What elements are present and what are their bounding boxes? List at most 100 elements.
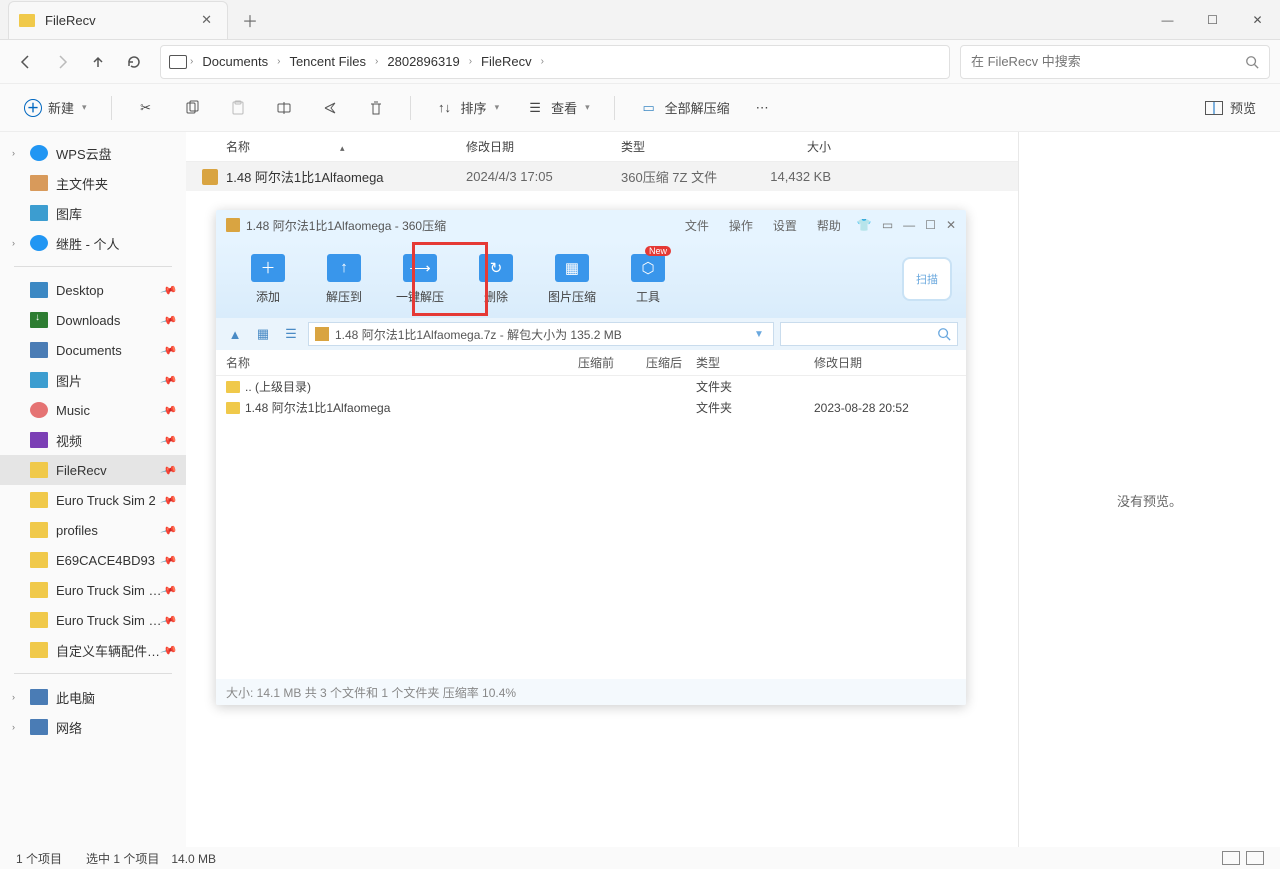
column-header[interactable]: 名称▴ 修改日期 类型 大小 — [186, 132, 1018, 162]
maximize-button[interactable]: ☐ — [925, 218, 936, 232]
zcol-before[interactable]: 压缩前 — [578, 354, 646, 371]
crumb[interactable]: Documents — [196, 54, 274, 69]
tool-icon: ↑ — [327, 254, 361, 282]
skin-icon[interactable]: 👕 — [857, 218, 872, 232]
icons-view-button[interactable]: ▦ — [252, 323, 274, 345]
compress-tool-添加[interactable]: ＋添加 — [230, 254, 306, 305]
up-button[interactable]: ▲ — [224, 323, 246, 345]
new-button[interactable]: ＋ 新建 ▾ — [16, 92, 95, 123]
sidebar-item[interactable]: FileRecv📌 — [0, 455, 186, 485]
forward-button[interactable] — [46, 46, 78, 78]
sidebar-item[interactable]: E69CACE4BD93📌 — [0, 545, 186, 575]
col-date[interactable]: 修改日期 — [466, 138, 621, 155]
compress-tool-图片压缩[interactable]: ▦图片压缩 — [534, 254, 610, 305]
sidebar-item[interactable]: ›继胜 - 个人 — [0, 228, 186, 258]
compress-status: 大小: 14.1 MB 共 3 个文件和 1 个文件夹 压缩率 10.4% — [216, 679, 966, 705]
chevron-down-icon[interactable]: ▼ — [751, 329, 767, 340]
col-type[interactable]: 类型 — [621, 138, 751, 155]
maximize-button[interactable]: ☐ — [1190, 13, 1235, 27]
paste-button[interactable] — [220, 92, 256, 124]
search-input[interactable] — [971, 54, 1245, 69]
compress-search[interactable] — [780, 322, 958, 346]
sidebar-item[interactable]: 图库 — [0, 198, 186, 228]
chevron-down-icon: ▾ — [495, 102, 500, 113]
scan-button[interactable]: 扫描 — [902, 257, 952, 301]
feedback-icon[interactable]: ▭ — [882, 218, 893, 232]
compress-titlebar[interactable]: 1.48 阿尔法1比1Alfaomega - 360压缩 文件 操作 设置 帮助… — [216, 210, 966, 240]
menu-settings[interactable]: 设置 — [773, 217, 797, 234]
more-button[interactable]: ⋯ — [748, 94, 777, 122]
close-tab-button[interactable]: ✕ — [196, 10, 217, 30]
sidebar-label: E69CACE4BD93 — [56, 553, 155, 568]
compress-row[interactable]: .. (上级目录)文件夹 — [216, 376, 966, 397]
sidebar-label: Music — [56, 403, 90, 418]
breadcrumb[interactable]: › Documents › Tencent Files › 2802896319… — [160, 45, 950, 79]
zcol-name[interactable]: 名称 — [226, 354, 578, 371]
compress-pathbar: ▲ ▦ ☰ 1.48 阿尔法1比1Alfaomega.7z - 解包大小为 13… — [216, 318, 966, 350]
cut-button[interactable]: ✂ — [128, 92, 164, 124]
crumb[interactable]: Tencent Files — [283, 54, 372, 69]
close-window-button[interactable]: ✕ — [1235, 13, 1280, 27]
compress-tool-解压到[interactable]: ↑解压到 — [306, 254, 382, 305]
sidebar-item[interactable]: Downloads📌 — [0, 305, 186, 335]
large-view-icon[interactable] — [1246, 851, 1264, 865]
window-tab[interactable]: FileRecv ✕ — [8, 1, 228, 39]
up-button[interactable] — [82, 46, 114, 78]
compress-row[interactable]: 1.48 阿尔法1比1Alfaomega文件夹2023-08-28 20:52 — [216, 397, 966, 418]
file-row[interactable]: 1.48 阿尔法1比1Alfaomega 2024/4/3 17:05 360压… — [186, 162, 1018, 191]
details-view-icon[interactable] — [1222, 851, 1240, 865]
sidebar-item[interactable]: ›网络 — [0, 712, 186, 742]
sidebar-item[interactable]: ›WPS云盘 — [0, 138, 186, 168]
sidebar-label: profiles — [56, 523, 98, 538]
sidebar-item[interactable]: 主文件夹 — [0, 168, 186, 198]
sidebar-item[interactable]: Euro Truck Sim 2_04-01…📌 — [0, 605, 186, 635]
menu-operate[interactable]: 操作 — [729, 217, 753, 234]
path-box[interactable]: 1.48 阿尔法1比1Alfaomega.7z - 解包大小为 135.2 MB… — [308, 322, 774, 346]
sidebar-item[interactable]: Music📌 — [0, 395, 186, 425]
sidebar-item[interactable]: Euro Truck Sim 2_03-31…📌 — [0, 575, 186, 605]
menu-file[interactable]: 文件 — [685, 217, 709, 234]
sidebar-item[interactable]: ›此电脑 — [0, 682, 186, 712]
delete-button[interactable] — [358, 92, 394, 124]
sidebar-item[interactable]: Documents📌 — [0, 335, 186, 365]
share-button[interactable] — [312, 92, 348, 124]
sidebar-item[interactable]: 自定义车辆配件（线下改…📌 — [0, 635, 186, 665]
minimize-button[interactable]: — — [1145, 13, 1190, 27]
zcol-date[interactable]: 修改日期 — [814, 354, 956, 371]
compress-tool-工具[interactable]: ⬡New工具 — [610, 254, 686, 305]
sidebar-label: 主文件夹 — [56, 174, 108, 193]
compress-list[interactable]: .. (上级目录)文件夹1.48 阿尔法1比1Alfaomega文件夹2023-… — [216, 376, 966, 679]
sidebar-item[interactable]: 图片📌 — [0, 365, 186, 395]
pin-icon: 📌 — [160, 431, 178, 449]
chevron-right-icon: › — [12, 238, 15, 248]
back-button[interactable] — [10, 46, 42, 78]
search-box[interactable] — [960, 45, 1270, 79]
copy-button[interactable] — [174, 92, 210, 124]
menu-help[interactable]: 帮助 — [817, 217, 841, 234]
view-button[interactable]: ☰ 查看 ▾ — [517, 92, 598, 124]
minimize-button[interactable]: — — [903, 218, 915, 232]
chevron-right-icon: › — [372, 56, 381, 67]
col-name[interactable]: 名称 — [226, 140, 250, 154]
crumb[interactable]: 2802896319 — [381, 54, 465, 69]
extract-all-button[interactable]: ▭ 全部解压缩 — [631, 92, 738, 124]
sidebar-item[interactable]: Desktop📌 — [0, 275, 186, 305]
new-tab-button[interactable]: ＋ — [228, 8, 272, 32]
refresh-button[interactable] — [118, 46, 150, 78]
list-view-button[interactable]: ☰ — [280, 323, 302, 345]
preview-toggle[interactable]: 预览 — [1196, 92, 1264, 124]
compress-tool-删除[interactable]: ↻删除 — [458, 254, 534, 305]
zcol-type[interactable]: 类型 — [696, 354, 814, 371]
rename-button[interactable] — [266, 92, 302, 124]
crumb[interactable]: FileRecv — [475, 54, 538, 69]
compress-tool-一键解压[interactable]: ⟶一键解压 — [382, 254, 458, 305]
zcol-after[interactable]: 压缩后 — [646, 354, 696, 371]
compress-window[interactable]: 1.48 阿尔法1比1Alfaomega - 360压缩 文件 操作 设置 帮助… — [216, 210, 966, 705]
col-size[interactable]: 大小 — [751, 138, 831, 155]
close-button[interactable]: ✕ — [946, 218, 956, 232]
sidebar-item[interactable]: 视频📌 — [0, 425, 186, 455]
sidebar-item[interactable]: profiles📌 — [0, 515, 186, 545]
separator — [614, 96, 615, 120]
sidebar-item[interactable]: Euro Truck Sim 2📌 — [0, 485, 186, 515]
sort-button[interactable]: ↑↓ 排序 ▾ — [427, 92, 508, 124]
